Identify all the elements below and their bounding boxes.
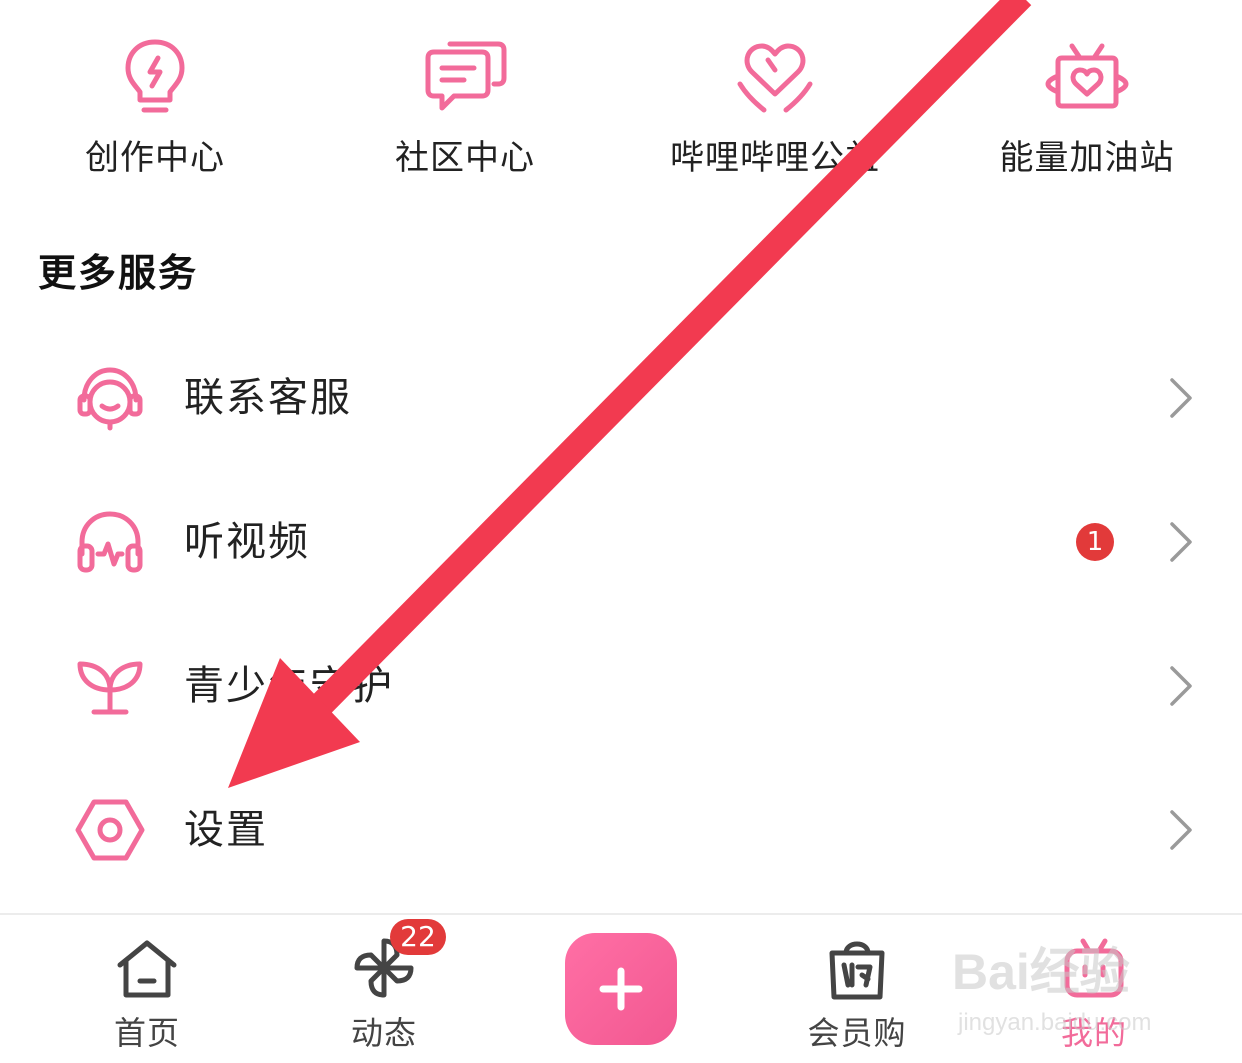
headphones-icon bbox=[77, 511, 143, 573]
headset-agent-icon bbox=[77, 367, 143, 431]
shortcut-energy-station[interactable]: 能量加油站 bbox=[932, 0, 1242, 200]
publish-plus-button[interactable] bbox=[565, 933, 677, 1045]
top-shortcut-grid: 创作中心 社区中心 哔哩哔哩公益 能量加油站 bbox=[0, 0, 1242, 200]
shortcut-label: 社区中心 bbox=[395, 138, 535, 178]
bottom-tab-bar: 首页 动态 22 会员购 我的 bbox=[0, 913, 1242, 1063]
notification-badge: 1 bbox=[1076, 523, 1114, 561]
tab-vip-shop[interactable]: 会员购 bbox=[757, 915, 957, 1063]
chat-bubbles-icon bbox=[425, 41, 507, 111]
list-item-label: 联系客服 bbox=[184, 375, 352, 421]
shortcut-community-center[interactable]: 社区中心 bbox=[310, 0, 620, 200]
shortcut-creation-center[interactable]: 创作中心 bbox=[0, 0, 310, 200]
chevron-right-icon bbox=[1170, 522, 1192, 562]
shortcut-label: 创作中心 bbox=[85, 138, 225, 178]
home-icon bbox=[117, 940, 177, 998]
shortcut-label: 能量加油站 bbox=[999, 138, 1175, 178]
list-item-youth-protection[interactable]: 青少年守护 bbox=[0, 626, 1242, 746]
list-item-contact-support[interactable]: 联系客服 bbox=[0, 338, 1242, 458]
tab-home[interactable]: 首页 bbox=[47, 915, 247, 1063]
list-item-listen-video[interactable]: 听视频 1 bbox=[0, 482, 1242, 602]
list-item-settings[interactable]: 设置 bbox=[0, 770, 1242, 890]
tab-label: 首页 bbox=[113, 1014, 180, 1052]
hex-nut-gear-icon bbox=[75, 799, 145, 861]
lightbulb-icon bbox=[125, 39, 185, 113]
plus-icon bbox=[599, 967, 643, 1011]
list-item-label: 设置 bbox=[184, 807, 268, 853]
list-item-label: 青少年守护 bbox=[184, 663, 394, 709]
section-title-more-services: 更多服务 bbox=[38, 251, 199, 295]
chevron-right-icon bbox=[1170, 666, 1192, 706]
tab-badge-count: 22 bbox=[390, 919, 446, 955]
tv-mine-icon bbox=[1064, 938, 1124, 998]
tab-label: 动态 bbox=[350, 1014, 417, 1052]
shortcut-label: 哔哩哔哩公益 bbox=[670, 138, 880, 178]
tab-label: 我的 bbox=[1060, 1014, 1127, 1052]
heart-hands-icon bbox=[737, 43, 813, 113]
chevron-right-icon bbox=[1170, 378, 1192, 418]
tab-label: 会员购 bbox=[807, 1014, 907, 1052]
shopping-bag-icon bbox=[829, 941, 885, 1000]
tab-mine[interactable]: 我的 bbox=[994, 915, 1194, 1063]
tv-heart-icon bbox=[1045, 43, 1129, 109]
list-item-label: 听视频 bbox=[184, 519, 310, 565]
tab-dynamics[interactable]: 动态 bbox=[284, 915, 484, 1063]
sprout-icon bbox=[77, 661, 143, 715]
chevron-right-icon bbox=[1170, 810, 1192, 850]
shortcut-bilibili-charity[interactable]: 哔哩哔哩公益 bbox=[620, 0, 930, 200]
